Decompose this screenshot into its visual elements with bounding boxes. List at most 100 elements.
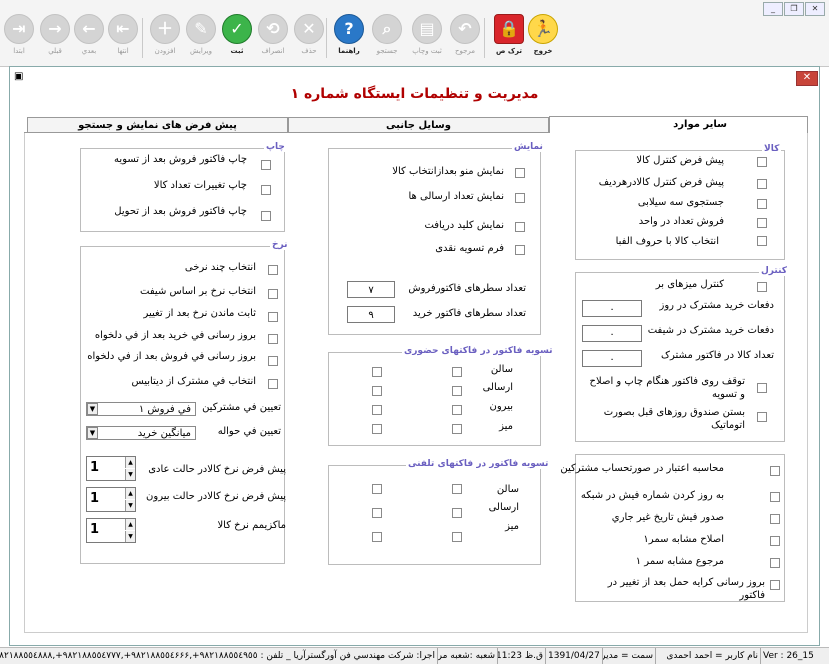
post-text: سمت = مدير — [602, 648, 655, 664]
rate-checkbox[interactable] — [268, 312, 278, 322]
invoice-items-input[interactable]: ٠ — [582, 350, 642, 367]
help-button[interactable]: ? راهنما — [330, 14, 368, 62]
close-fund-checkbox[interactable] — [757, 412, 767, 422]
chevron-down-icon[interactable]: ▼ — [87, 427, 98, 439]
field-label: دفعات خريد مشترک در شيفت — [647, 325, 774, 336]
rate-option-label: ثابت ماندن نرخ بعد از تغيير — [143, 308, 257, 319]
exit-button[interactable]: 🏃 خروج — [524, 14, 562, 62]
stop-print-checkbox[interactable] — [757, 383, 767, 393]
spin-up-icon[interactable]: ▲ — [125, 457, 135, 468]
leave-button[interactable]: 🔒 ترک ص — [490, 14, 528, 62]
kala-checkbox[interactable] — [757, 179, 767, 189]
outside-rate-stepper[interactable]: 1 ▲ ▼ — [86, 487, 136, 512]
kala-checkbox[interactable] — [757, 199, 767, 209]
spin-up-icon[interactable]: ▲ — [125, 488, 135, 499]
misc-checkbox[interactable] — [770, 492, 780, 502]
restore-icon[interactable]: ❐ — [784, 2, 804, 16]
group-title: تسويه فاكتور در فاكتهای حضوری — [402, 346, 555, 356]
subscriber-price-select[interactable]: في فروش ١ — [86, 402, 196, 416]
tab-misc[interactable]: ساير موارد — [549, 116, 808, 133]
spin-down-icon[interactable]: ▼ — [125, 531, 135, 542]
misc-option-label: صدور فيش تاريخ غير جاري — [611, 512, 724, 523]
misc-checkbox[interactable] — [770, 466, 780, 476]
rate-checkbox[interactable] — [268, 379, 278, 389]
discard-button[interactable]: ⟲ انصراف — [254, 14, 292, 62]
print-save-button[interactable]: ▤ ثبت وچاپ — [408, 14, 446, 62]
display-option-label: نمايش منو بعدازانتخاب كالا — [392, 166, 504, 177]
prev-button[interactable]: → قبلي — [36, 14, 74, 62]
minimize-icon[interactable]: _ — [763, 2, 783, 16]
display-checkbox[interactable] — [515, 168, 525, 178]
settle-checkbox[interactable] — [372, 405, 382, 415]
shift-purchases-input[interactable]: ٠ — [582, 325, 642, 342]
kala-checkbox[interactable] — [757, 218, 767, 228]
settle-checkbox[interactable] — [452, 424, 462, 434]
settle-checkbox[interactable] — [372, 386, 382, 396]
buy-rows-input[interactable]: ٩ — [347, 306, 395, 323]
transfer-price-select[interactable]: ميانگين خريد — [86, 426, 196, 440]
date-text: 1391/04/27 — [545, 648, 602, 664]
kala-option-label: پيش فرض كنترل كالا — [636, 155, 724, 166]
settle-checkbox[interactable] — [452, 405, 462, 415]
rate-checkbox[interactable] — [268, 356, 278, 366]
lock-icon: 🔒 — [494, 14, 524, 44]
spin-down-icon[interactable]: ▼ — [125, 469, 135, 480]
normal-rate-stepper[interactable]: 1 ▲ ▼ — [86, 456, 136, 481]
sale-rows-input[interactable]: ٧ — [347, 281, 395, 298]
misc-checkbox[interactable] — [770, 580, 780, 590]
spin-down-icon[interactable]: ▼ — [125, 500, 135, 511]
spin-up-icon[interactable]: ▲ — [125, 519, 135, 530]
settle-phone-checkbox[interactable] — [372, 532, 382, 542]
tab-display-defaults[interactable]: پيش فرض های نمايش و جستجو — [27, 117, 288, 132]
settle-checkbox[interactable] — [372, 424, 382, 434]
next-button[interactable]: ← بعدي — [70, 14, 108, 62]
misc-checkbox[interactable] — [770, 536, 780, 546]
next-icon: ← — [74, 14, 104, 44]
save-button[interactable]: ✓ ثبت — [218, 14, 256, 62]
rate-option-label: بروز رسانی في خريد بعد از في دلخواه — [94, 330, 256, 341]
misc-checkbox[interactable] — [770, 558, 780, 568]
misc-checkbox[interactable] — [770, 514, 780, 524]
reference-button[interactable]: ↶ مرجوح — [446, 14, 484, 62]
edit-icon: ✎ — [186, 14, 216, 44]
close-app-icon[interactable]: ✕ — [805, 2, 825, 16]
settle-label: سالن — [490, 364, 513, 375]
search-button[interactable]: ⌕ جستجو — [368, 14, 406, 62]
settle-phone-checkbox[interactable] — [452, 484, 462, 494]
kala-checkbox[interactable] — [757, 157, 767, 167]
delete-button[interactable]: ✕ حذف — [290, 14, 328, 62]
print-checkbox[interactable] — [261, 211, 271, 221]
daily-purchases-input[interactable]: ٠ — [582, 300, 642, 317]
display-checkbox[interactable] — [515, 245, 525, 255]
max-rate-stepper[interactable]: 1 ▲ ▼ — [86, 518, 136, 543]
settle-phone-label: ميز — [505, 521, 519, 532]
print-checkbox[interactable] — [261, 185, 271, 195]
outside-rate-label: پيش فرض نرخ كالادر حالت بيرون — [146, 491, 286, 502]
print-option-label: چاپ تغييرات تعداد كالا — [153, 180, 247, 191]
print-checkbox[interactable] — [261, 160, 271, 170]
tab-peripherals[interactable]: وسايل جانبی — [288, 117, 549, 132]
rate-checkbox[interactable] — [268, 334, 278, 344]
settle-label: ميز — [499, 421, 513, 432]
add-button[interactable]: ＋ افزودن — [146, 14, 184, 62]
settle-checkbox[interactable] — [452, 386, 462, 396]
first-button[interactable]: ⇥ ابتدا — [0, 14, 38, 62]
rate-checkbox[interactable] — [268, 265, 278, 275]
settle-phone-checkbox[interactable] — [372, 508, 382, 518]
edit-button[interactable]: ✎ ویرایش — [182, 14, 220, 62]
kala-checkbox[interactable] — [757, 236, 767, 246]
rate-checkbox[interactable] — [268, 289, 278, 299]
settle-phone-checkbox[interactable] — [452, 532, 462, 542]
tables-checkbox[interactable] — [757, 282, 767, 292]
settle-phone-checkbox[interactable] — [372, 484, 382, 494]
group-title: كالا — [762, 144, 782, 154]
display-checkbox[interactable] — [515, 222, 525, 232]
sale-rows-label: تعداد سطرهای فاكتورفروش — [408, 283, 526, 294]
chevron-down-icon[interactable]: ▼ — [87, 403, 98, 415]
settle-checkbox[interactable] — [372, 367, 382, 377]
close-window-button[interactable]: ✕ — [796, 71, 818, 86]
settle-checkbox[interactable] — [452, 367, 462, 377]
last-button[interactable]: ⇤ انتها — [104, 14, 142, 62]
settle-phone-checkbox[interactable] — [452, 508, 462, 518]
display-checkbox[interactable] — [515, 193, 525, 203]
